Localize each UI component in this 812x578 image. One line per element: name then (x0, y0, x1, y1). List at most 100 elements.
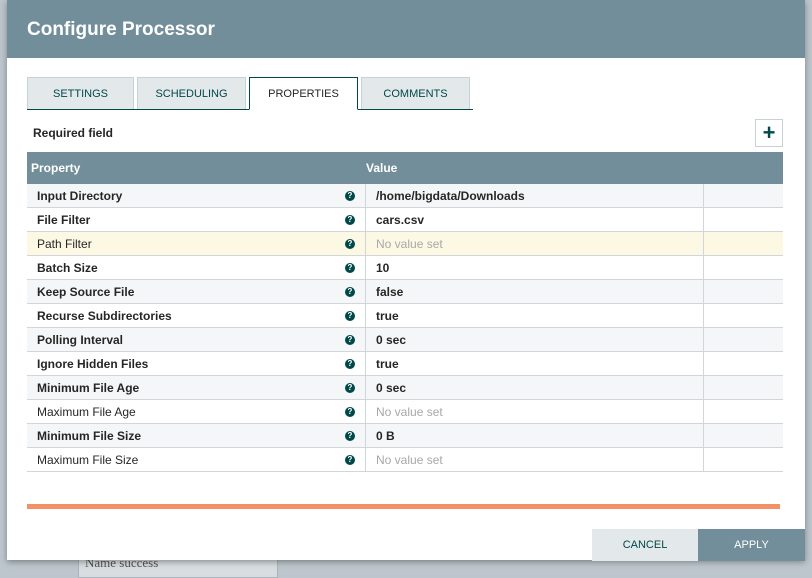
property-name-cell: Batch Size? (27, 256, 366, 279)
row-actions-cell (704, 208, 783, 231)
tab-properties[interactable]: PROPERTIES (249, 77, 358, 110)
property-value: No value set (376, 404, 443, 419)
property-value: false (376, 284, 404, 299)
property-name: Maximum File Age (37, 404, 136, 419)
property-name-cell: Input Directory? (27, 184, 366, 207)
row-actions-cell (704, 328, 783, 351)
help-icon[interactable]: ? (345, 190, 355, 201)
property-name-cell: Recurse Subdirectories? (27, 304, 366, 327)
add-property-button[interactable]: + (755, 119, 783, 147)
help-icon[interactable]: ? (345, 358, 355, 369)
row-actions-cell (704, 184, 783, 207)
help-icon[interactable]: ? (345, 262, 355, 273)
table-row[interactable]: Keep Source File? false (27, 280, 783, 304)
property-name: Batch Size (37, 260, 98, 275)
property-value: 0 sec (376, 380, 407, 395)
row-actions-cell (704, 352, 783, 375)
property-name: Input Directory (37, 188, 123, 203)
property-value: 0 B (376, 428, 395, 443)
property-name-cell: Minimum File Size? (27, 424, 366, 447)
property-value-cell[interactable]: 0 sec (366, 376, 704, 399)
property-value: true (376, 356, 399, 371)
help-icon[interactable]: ? (345, 214, 355, 225)
table-row[interactable]: Path Filter? No value set (27, 232, 783, 256)
tab-settings[interactable]: SETTINGS (27, 77, 134, 109)
tab-bar: SETTINGS SCHEDULING PROPERTIES COMMENTS (27, 77, 473, 110)
property-name: Recurse Subdirectories (37, 308, 172, 323)
property-name-cell: Maximum File Age? (27, 400, 366, 423)
property-name-cell: Ignore Hidden Files? (27, 352, 366, 375)
help-icon[interactable]: ? (345, 286, 355, 297)
table-row[interactable]: Maximum File Age? No value set (27, 400, 783, 424)
row-actions-cell (704, 304, 783, 327)
row-actions-cell (704, 280, 783, 303)
help-icon[interactable]: ? (345, 406, 355, 417)
help-icon[interactable]: ? (345, 382, 355, 393)
property-name: Keep Source File (37, 284, 135, 299)
help-icon[interactable]: ? (345, 310, 355, 321)
property-name: Maximum File Size (37, 452, 139, 467)
table-row[interactable]: File Filter? cars.csv (27, 208, 783, 232)
help-icon[interactable]: ? (345, 430, 355, 441)
property-value: 0 sec (376, 332, 407, 347)
property-value: cars.csv (376, 212, 425, 227)
property-name-cell: Keep Source File? (27, 280, 366, 303)
property-name-cell: Minimum File Age? (27, 376, 366, 399)
cancel-button[interactable]: CANCEL (592, 529, 698, 561)
configure-processor-dialog: Configure Processor SETTINGS SCHEDULING … (7, 0, 805, 561)
property-value: true (376, 308, 399, 323)
property-value: No value set (376, 452, 443, 467)
property-name: File Filter (37, 212, 91, 227)
property-value: 10 (376, 260, 390, 275)
property-value-cell[interactable]: true (366, 304, 704, 327)
property-value-cell[interactable]: No value set (366, 448, 704, 471)
property-value-cell[interactable]: 0 sec (366, 328, 704, 351)
dialog-title: Configure Processor (7, 0, 805, 58)
table-header: Property Value (27, 152, 783, 184)
property-name: Minimum File Age (37, 380, 140, 395)
tab-comments[interactable]: COMMENTS (361, 77, 470, 109)
property-name: Polling Interval (37, 332, 124, 347)
row-actions-cell (704, 448, 783, 471)
help-icon[interactable]: ? (345, 334, 355, 345)
property-name-cell: Polling Interval? (27, 328, 366, 351)
table-row[interactable]: Minimum File Age? 0 sec (27, 376, 783, 400)
header-value: Value (366, 161, 398, 175)
divider-bar (27, 504, 780, 509)
property-name-cell: Path Filter? (27, 232, 366, 255)
property-name: Minimum File Size (37, 428, 142, 443)
property-name: Ignore Hidden Files (37, 356, 149, 371)
row-actions-cell (704, 376, 783, 399)
property-name-cell: File Filter? (27, 208, 366, 231)
help-icon[interactable]: ? (345, 238, 355, 249)
property-value-cell[interactable]: 10 (366, 256, 704, 279)
property-value-cell[interactable]: No value set (366, 232, 704, 255)
row-actions-cell (704, 232, 783, 255)
property-value: No value set (376, 236, 443, 251)
property-value-cell[interactable]: true (366, 352, 704, 375)
property-name-cell: Maximum File Size? (27, 448, 366, 471)
help-icon[interactable]: ? (345, 454, 355, 465)
property-value-cell[interactable]: /home/bigdata/Downloads (366, 184, 704, 207)
header-property: Property (31, 161, 81, 175)
table-row[interactable]: Minimum File Size? 0 B (27, 424, 783, 448)
property-value-cell[interactable]: No value set (366, 400, 704, 423)
table-row[interactable]: Batch Size? 10 (27, 256, 783, 280)
property-name: Path Filter (37, 236, 92, 251)
table-row[interactable]: Maximum File Size? No value set (27, 448, 783, 472)
required-field-label: Required field (33, 126, 114, 140)
table-row[interactable]: Recurse Subdirectories? true (27, 304, 783, 328)
properties-table: Property Value Input Directory? /home/big… (27, 152, 783, 472)
property-value-cell[interactable]: 0 B (366, 424, 704, 447)
apply-button[interactable]: APPLY (698, 529, 805, 561)
table-row[interactable]: Polling Interval? 0 sec (27, 328, 783, 352)
property-value-cell[interactable]: false (366, 280, 704, 303)
property-value-cell[interactable]: cars.csv (366, 208, 704, 231)
property-value: /home/bigdata/Downloads (376, 188, 525, 203)
table-row[interactable]: Ignore Hidden Files? true (27, 352, 783, 376)
tab-scheduling[interactable]: SCHEDULING (137, 77, 246, 109)
row-actions-cell (704, 400, 783, 423)
row-actions-cell (704, 256, 783, 279)
table-row[interactable]: Input Directory? /home/bigdata/Downloads (27, 184, 783, 208)
row-actions-cell (704, 424, 783, 447)
